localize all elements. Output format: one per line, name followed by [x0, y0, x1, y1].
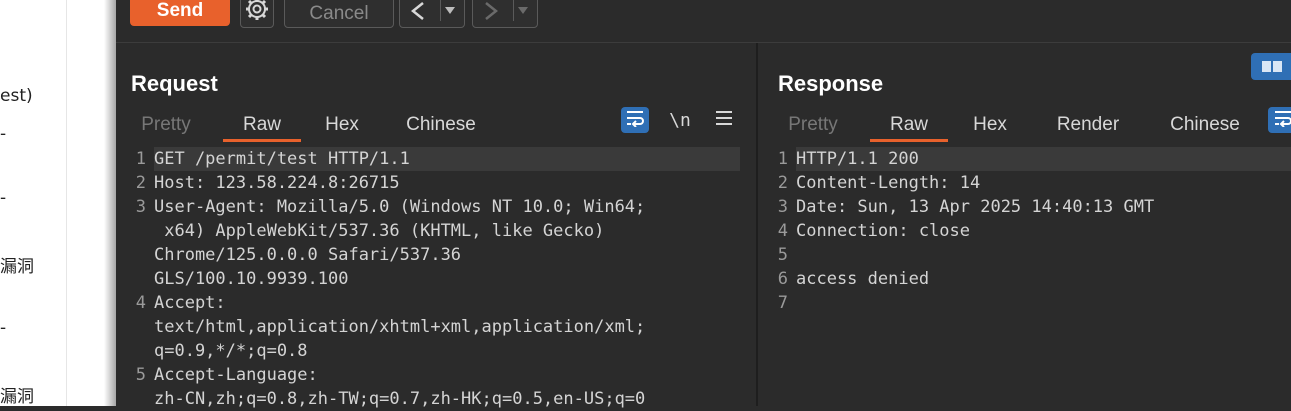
repeater-window: Send Cancel Request Pretty Raw Hex Chine… — [116, 0, 1291, 409]
toolbar: Send Cancel — [116, 0, 1291, 43]
gear-icon — [244, 0, 270, 27]
code-text: x64) AppleWebKit/537.36 (KHTML, like Gec… — [154, 221, 605, 241]
response-tabs: Pretty Raw Hex Render Chinese — [758, 110, 1291, 142]
code-text: GET /permit/test HTTP/1.1 — [154, 147, 740, 171]
code-text: GLS/100.10.9939.100 — [154, 269, 349, 289]
code-line: 7 — [758, 291, 1291, 315]
tab-hex[interactable]: Hex — [312, 110, 372, 142]
code-line: x64) AppleWebKit/537.36 (KHTML, like Gec… — [116, 219, 756, 243]
code-text: q=0.9,*/*;q=0.8 — [154, 341, 308, 361]
code-text: text/html,application/xhtml+xml,applicat… — [154, 317, 646, 337]
code-line: q=0.9,*/*;q=0.8 — [116, 339, 756, 363]
wrap-lines-icon — [1273, 109, 1291, 132]
tab-chinese[interactable]: Chinese — [396, 110, 486, 142]
code-line: 3 User-Agent: Mozilla/5.0 (Windows NT 10.… — [116, 195, 756, 219]
background-text: - — [0, 188, 7, 208]
hamburger-menu-icon — [715, 110, 733, 131]
code-text: Connection: close — [796, 221, 970, 241]
background-text: 漏洞 — [0, 257, 34, 277]
code-line: text/html,application/xhtml+xml,applicat… — [116, 315, 756, 339]
code-line: Chrome/125.0.0.0 Safari/537.36 — [116, 243, 756, 267]
code-text: HTTP/1.1 200 — [796, 147, 1291, 171]
code-text: Host: 123.58.224.8:26715 — [154, 173, 400, 193]
line-number: 4 — [135, 293, 146, 313]
tab-raw[interactable]: Raw — [223, 110, 301, 142]
code-line: 1 GET /permit/test HTTP/1.1 — [116, 147, 756, 171]
request-panel: Request Pretty Raw Hex Chinese \n 1 GET … — [116, 43, 756, 409]
settings-button[interactable] — [240, 0, 274, 28]
button-separator — [513, 0, 514, 21]
tab-pretty[interactable]: Pretty — [773, 110, 853, 142]
request-tabs: Pretty Raw Hex Chinese — [116, 110, 756, 142]
split-view-icon — [1262, 61, 1271, 72]
code-text: Accept-Language: — [154, 365, 318, 385]
forward-arrow-icon — [481, 1, 501, 26]
tab-render[interactable]: Render — [1048, 110, 1128, 142]
code-line: 2 Content-Length: 14 — [758, 171, 1291, 195]
line-number: 3 — [777, 197, 788, 217]
response-editor[interactable]: 1 HTTP/1.1 200 2 Content-Length: 14 3 Date:… — [758, 147, 1291, 406]
code-line: 4 Accept: — [116, 291, 756, 315]
wrap-toggle-button[interactable] — [621, 107, 649, 133]
line-number: 5 — [135, 365, 146, 385]
line-number: 1 — [135, 149, 146, 169]
window-shadow — [104, 0, 116, 406]
chevron-down-icon[interactable] — [445, 7, 455, 14]
response-title: Response — [778, 71, 884, 96]
line-number: 1 — [777, 149, 788, 169]
tab-hex[interactable]: Hex — [960, 110, 1020, 142]
line-number: 2 — [135, 173, 146, 193]
background-text: - — [0, 318, 7, 338]
code-line: 3 Date: Sun, 13 Apr 2025 14:40:13 GMT — [758, 195, 1291, 219]
split-view-icon — [1273, 61, 1282, 72]
code-line: GLS/100.10.9939.100 — [116, 267, 756, 291]
back-arrow-icon — [408, 1, 428, 26]
code-text: access denied — [796, 269, 930, 289]
background-text: est) — [0, 86, 33, 106]
code-text: Accept: — [154, 293, 226, 313]
wrap-lines-icon — [625, 109, 645, 132]
wrap-toggle-button[interactable] — [1268, 107, 1291, 133]
menu-button[interactable] — [710, 107, 738, 133]
forward-button[interactable] — [472, 0, 538, 28]
line-number: 6 — [777, 269, 788, 289]
send-button[interactable]: Send — [130, 0, 230, 26]
code-text: Content-Length: 14 — [796, 173, 981, 193]
code-line: zh-CN,zh;q=0.8,zh-TW;q=0.7,zh-HK;q=0.5,e… — [116, 387, 756, 411]
line-number: 7 — [777, 293, 788, 313]
line-number: 2 — [777, 173, 788, 193]
line-number: 5 — [777, 245, 788, 265]
cancel-button[interactable]: Cancel — [284, 0, 394, 28]
chevron-down-icon[interactable] — [518, 7, 528, 14]
layout-toggle-button[interactable] — [1251, 53, 1291, 80]
background-divider — [66, 0, 67, 406]
tab-pretty[interactable]: Pretty — [126, 110, 206, 142]
request-title: Request — [131, 71, 218, 96]
code-line: 2 Host: 123.58.224.8:26715 — [116, 171, 756, 195]
response-panel: Response Pretty Raw Hex Render Chinese 1… — [758, 43, 1291, 406]
code-text: Date: Sun, 13 Apr 2025 14:40:13 GMT — [796, 197, 1155, 217]
code-line: 4 Connection: close — [758, 219, 1291, 243]
background-text: - — [0, 124, 7, 144]
code-line: 1 HTTP/1.1 200 — [758, 147, 1291, 171]
back-button[interactable] — [399, 0, 465, 28]
line-number: 3 — [135, 197, 146, 217]
tab-raw[interactable]: Raw — [870, 110, 948, 142]
tab-chinese[interactable]: Chinese — [1160, 110, 1250, 142]
code-text: zh-CN,zh;q=0.8,zh-TW;q=0.7,zh-HK;q=0.5,e… — [154, 389, 646, 409]
show-newlines-button[interactable]: \n — [666, 107, 694, 133]
code-line: 5 — [758, 243, 1291, 267]
line-number: 4 — [777, 221, 788, 241]
request-editor[interactable]: 1 GET /permit/test HTTP/1.1 2 Host: 123.58… — [116, 147, 756, 409]
background-window: est) - - 漏洞 - 漏洞 — [0, 0, 116, 406]
button-separator — [440, 0, 441, 21]
code-line: 5 Accept-Language: — [116, 363, 756, 387]
code-line: 6 access denied — [758, 267, 1291, 291]
code-text: User-Agent: Mozilla/5.0 (Windows NT 10.0… — [154, 197, 646, 217]
code-text: Chrome/125.0.0.0 Safari/537.36 — [154, 245, 462, 265]
background-text: 漏洞 — [0, 387, 34, 406]
